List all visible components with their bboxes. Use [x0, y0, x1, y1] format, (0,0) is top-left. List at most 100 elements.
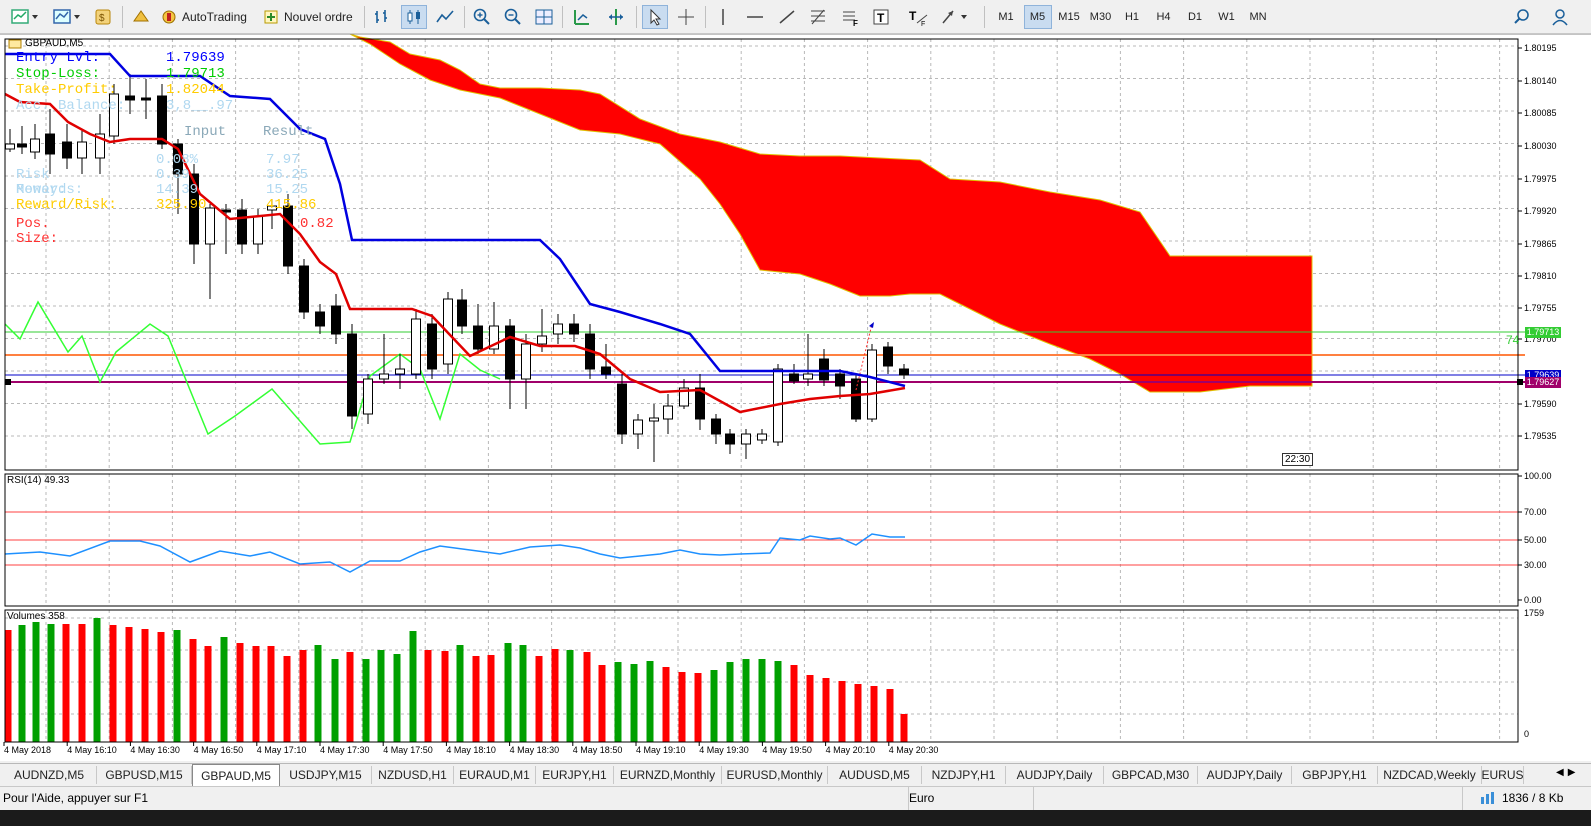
chart-tab[interactable]: EURJPY,H1 [536, 766, 614, 784]
chart-window[interactable]: 1.80195 1.80140 1.80085 1.80030 1.79975 1.799… [0, 34, 1591, 761]
volume-bar [854, 684, 862, 742]
zoom-in-icon[interactable] [470, 5, 494, 29]
time-axis: 4 May 2018 4 May 16:10 4 May 16:30 4 May 16… [3, 742, 938, 755]
volume-bar [125, 627, 133, 742]
trendline-icon[interactable] [775, 5, 799, 29]
connection-status[interactable]: 1836 / 8 Kb [1480, 791, 1563, 805]
text-icon[interactable]: T [869, 5, 893, 29]
volume-bar [646, 661, 654, 742]
chart-tab[interactable]: USDJPY,M15 [280, 766, 372, 784]
new-order-icon [264, 10, 278, 24]
profiles-icon[interactable] [50, 5, 84, 29]
chart-tab[interactable]: EURUSD,Monthly [722, 766, 828, 784]
horizontal-line-icon[interactable] [743, 5, 767, 29]
vertical-line-icon[interactable] [712, 5, 734, 29]
chart-canvas[interactable]: 1.80195 1.80140 1.80085 1.80030 1.79975 1.799… [0, 34, 1591, 761]
chart-tab[interactable]: GBPUSD,M15 [97, 766, 192, 784]
timeframe-m15[interactable]: M15 [1055, 5, 1083, 29]
tab-scroll[interactable]: ◀ ▶ [1556, 767, 1586, 783]
volume-bar [93, 618, 101, 742]
fibonacci-icon[interactable] [806, 5, 830, 29]
panel-row-input[interactable]: 325.90 [156, 198, 206, 213]
tab-scroll-right-icon[interactable]: ▶ [1568, 767, 1576, 783]
candle-body [283, 205, 293, 267]
volume-bar [870, 686, 878, 742]
search-icon[interactable] [1510, 5, 1534, 29]
timeframe-d1[interactable]: D1 [1181, 5, 1209, 29]
timeframe-h4[interactable]: H4 [1150, 5, 1178, 29]
candle-body [347, 333, 357, 417]
candle-body [5, 143, 15, 150]
cursor-icon[interactable] [642, 5, 668, 29]
new-order-button[interactable]: Nouvel ordre [262, 5, 356, 29]
candle-body [553, 323, 563, 335]
time-axis-label: 4 May 18:10 [446, 745, 496, 755]
rsi-subwindow [4, 511, 1518, 573]
line-chart-icon[interactable] [433, 5, 457, 29]
crosshair-icon[interactable] [674, 5, 698, 29]
pos-size-value: 0.82 [300, 216, 334, 232]
time-axis-label: 4 May 2018 [4, 745, 51, 755]
autotrading-button[interactable]: AutoTrading [160, 5, 252, 29]
candle-body [663, 405, 673, 420]
chart-tab[interactable]: GBPJPY,H1 [1292, 766, 1378, 784]
rsi-axis-label: 30.00 [1524, 560, 1547, 570]
panel-row-input[interactable]: 0.39 [156, 168, 190, 183]
chart-shift-icon[interactable] [603, 5, 629, 29]
bar-chart-icon[interactable] [370, 5, 394, 29]
volume-bar [678, 672, 686, 742]
connection-icon [1481, 792, 1494, 804]
chart-tab[interactable]: NZDCAD,Weekly [1378, 766, 1482, 784]
take-profit-value[interactable]: 1.82044 [166, 83, 256, 98]
candlestick-chart-icon[interactable] [401, 5, 427, 29]
timeframe-mn[interactable]: MN [1244, 5, 1272, 29]
chart-tab[interactable]: AUDJPY,Daily [1198, 766, 1292, 784]
rsi-axis-label: 100.00 [1524, 471, 1552, 481]
zoom-out-icon[interactable] [501, 5, 525, 29]
panel-row-input[interactable]: 14.39 [156, 183, 198, 198]
chart-tab[interactable]: GBPCAD,M30 [1104, 766, 1198, 784]
sl-handle-left [5, 379, 11, 385]
chart-tab[interactable]: AUDUSD,M5 [828, 766, 922, 784]
volume-bar [362, 659, 370, 742]
rsi-axis-label: 0.00 [1524, 595, 1542, 605]
volume-bar [377, 650, 385, 742]
candle-body [331, 305, 341, 335]
timeframe-m5[interactable]: M5 [1023, 5, 1052, 29]
tab-scroll-left-icon[interactable]: ◀ [1556, 767, 1564, 783]
new-chart-icon[interactable] [8, 5, 42, 29]
volumes-label: Volumes 358 [7, 611, 65, 622]
user-icon[interactable] [1548, 5, 1572, 29]
panel-row-input[interactable]: 0.08% [156, 153, 198, 168]
timeframe-h1[interactable]: H1 [1118, 5, 1146, 29]
chart-tab[interactable]: NZDJPY,H1 [922, 766, 1006, 784]
arrows-icon[interactable] [938, 5, 974, 29]
navigator-icon[interactable] [130, 5, 152, 29]
chart-tab[interactable]: EURUS [1482, 766, 1524, 784]
timeframe-w1[interactable]: W1 [1213, 5, 1241, 29]
time-axis-label: 4 May 20:10 [826, 745, 876, 755]
main-toolbar: $ AutoTrading Nouvel ordre F T T F M1 M5… [0, 0, 1591, 34]
status-bar: Pour l'Aide, appuyer sur F1 Euro 1836 / … [0, 786, 1591, 811]
volume-bar [409, 631, 417, 742]
stop-loss-value[interactable]: 1.79713 [166, 67, 256, 82]
chart-tab[interactable]: AUDJPY,Daily [1006, 766, 1104, 784]
chart-tab[interactable]: EURAUD,M1 [454, 766, 536, 784]
auto-scroll-icon[interactable] [570, 5, 594, 29]
candle-body [363, 378, 373, 415]
fibonacci-tools-icon[interactable]: F [838, 5, 862, 29]
chart-tab[interactable]: GBPAUD,M5 [192, 764, 280, 786]
candle-body [803, 373, 813, 380]
volume-bar [441, 651, 449, 742]
timeframe-m1[interactable]: M1 [992, 5, 1020, 29]
chart-tab[interactable]: NZDUSD,H1 [372, 766, 454, 784]
text-label-icon[interactable]: TF [904, 5, 932, 29]
chart-tab[interactable]: EURNZD,Monthly [614, 766, 722, 784]
entry-value[interactable]: 1.79639 [166, 51, 256, 66]
panel-row-label: Reward/Risk: [16, 197, 117, 213]
market-watch-icon[interactable]: $ [92, 5, 114, 29]
timeframe-m30[interactable]: M30 [1087, 5, 1115, 29]
tile-windows-icon[interactable] [532, 5, 556, 29]
candle-body [899, 368, 909, 376]
chart-tab[interactable]: AUDNZD,M5 [2, 766, 97, 784]
